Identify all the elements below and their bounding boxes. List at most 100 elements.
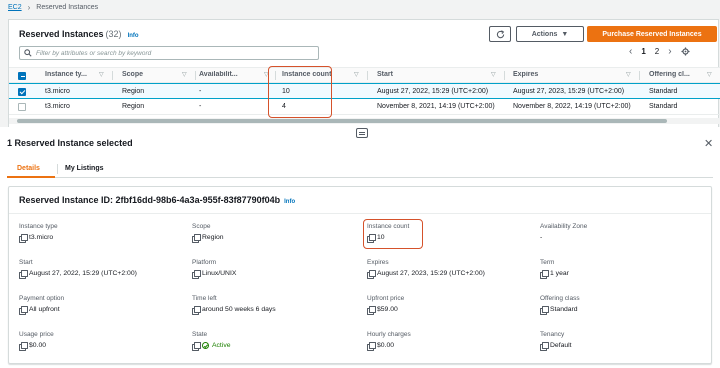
column-header-offering-class[interactable]: Offering cl...: [649, 71, 704, 78]
sort-icon[interactable]: ▽: [354, 71, 359, 78]
row-checkbox[interactable]: [18, 103, 26, 111]
field-value: Standard: [550, 306, 578, 313]
field-time-left: Time left around 50 weeks 6 days: [192, 295, 276, 315]
refresh-button[interactable]: [489, 26, 511, 42]
gear-icon[interactable]: [681, 47, 690, 56]
field-usage-price: Usage price $0.00: [19, 331, 54, 351]
sort-icon[interactable]: ▽: [182, 71, 187, 78]
active-tab-indicator: [7, 176, 55, 178]
chevron-left-icon[interactable]: ‹: [629, 46, 632, 57]
field-platform: Platform Linux/UNIX: [192, 259, 236, 279]
info-link[interactable]: Info: [284, 199, 295, 205]
field-instance-type: Instance type t3.micro: [19, 223, 58, 243]
tab-my-listings[interactable]: My Listings: [65, 165, 104, 172]
field-expires: Expires August 27, 2023, 15:29 (UTC+2:00…: [367, 259, 485, 279]
field-instance-count: Instance count 10: [367, 223, 410, 243]
field-value: August 27, 2023, 15:29 (UTC+2:00): [377, 270, 485, 277]
column-header-instance-type[interactable]: Instance ty...: [45, 71, 95, 78]
tab-details[interactable]: Details: [17, 165, 40, 172]
column-header-expires[interactable]: Expires: [513, 71, 573, 78]
purchase-reserved-instances-button[interactable]: Purchase Reserved Instances: [587, 26, 717, 42]
pagination: ‹ 1 2 ›: [629, 46, 690, 57]
field-scope: Scope Region: [192, 223, 224, 243]
caret-down-icon: ▼: [561, 30, 569, 38]
search-input[interactable]: [36, 49, 316, 57]
copy-icon[interactable]: [192, 270, 201, 279]
field-value: Region: [202, 234, 224, 241]
copy-icon[interactable]: [540, 306, 549, 315]
column-header-start[interactable]: Start: [377, 71, 437, 78]
field-value: t3.micro: [29, 234, 54, 241]
copy-icon[interactable]: [192, 306, 201, 315]
copy-icon[interactable]: [19, 234, 28, 243]
sort-icon[interactable]: ▽: [264, 71, 269, 78]
cell-expires: November 8, 2022, 14:19 (UTC+2:00): [513, 103, 631, 110]
field-value: $0.00: [377, 342, 395, 349]
field-label: Term: [540, 259, 555, 266]
table-row[interactable]: t3.micro Region - 10 August 27, 2022, 15…: [9, 83, 720, 99]
column-header-availability-zone[interactable]: Availabilit...: [199, 71, 259, 78]
split-panel-title: 1 Reserved Instance selected: [7, 138, 133, 148]
copy-icon[interactable]: [192, 234, 201, 243]
row-checkbox[interactable]: [18, 88, 26, 96]
copy-icon[interactable]: [19, 306, 28, 315]
copy-icon[interactable]: [540, 342, 549, 351]
breadcrumb-ec2-link[interactable]: EC2: [8, 4, 22, 11]
select-all-checkbox[interactable]: [18, 72, 26, 80]
cell-availability-zone: -: [199, 103, 202, 110]
cell-instance-type: t3.micro: [45, 103, 70, 110]
field-label: Hourly charges: [367, 331, 411, 338]
column-header-instance-count[interactable]: Instance count: [282, 71, 342, 78]
field-value: Default: [550, 342, 572, 349]
field-label: Instance count: [367, 223, 410, 230]
page-2-link[interactable]: 2: [655, 47, 659, 56]
copy-icon[interactable]: [367, 342, 376, 351]
cell-availability-zone: -: [199, 88, 202, 95]
copy-icon[interactable]: [367, 270, 376, 279]
copy-icon[interactable]: [367, 234, 376, 243]
cell-offering-class: Standard: [649, 103, 678, 110]
sort-icon[interactable]: ▽: [707, 71, 712, 78]
field-payment-option: Payment option All upfront: [19, 295, 64, 315]
search-field[interactable]: [19, 46, 319, 60]
copy-icon[interactable]: [540, 270, 549, 279]
breadcrumb: EC2 › Reserved Instances: [8, 3, 98, 12]
page-1-link[interactable]: 1: [641, 47, 645, 56]
info-link[interactable]: Info: [128, 33, 139, 39]
sort-icon[interactable]: ▽: [491, 71, 496, 78]
field-label: Availability Zone: [540, 223, 588, 230]
cell-scope: Region: [122, 103, 145, 110]
field-label: Time left: [192, 295, 217, 302]
copy-icon[interactable]: [192, 342, 201, 351]
close-icon[interactable]: ✕: [704, 137, 713, 150]
sort-icon[interactable]: ▽: [626, 71, 631, 78]
field-value: 10: [377, 234, 385, 241]
chevron-right-icon[interactable]: ›: [668, 46, 671, 57]
column-header-scope[interactable]: Scope: [122, 71, 172, 78]
table-row[interactable]: t3.micro Region - 4 November 8, 2021, 14…: [9, 99, 720, 115]
actions-dropdown-button[interactable]: Actions ▼: [516, 26, 584, 42]
field-label: Platform: [192, 259, 217, 266]
sort-icon[interactable]: ▽: [99, 71, 104, 78]
copy-icon[interactable]: [367, 306, 376, 315]
horizontal-scrollbar[interactable]: [9, 118, 720, 124]
detail-tabs: Details My Listings: [7, 160, 713, 178]
table-header-row: Instance ty... ▽ Scope ▽ Availabilit... …: [9, 67, 720, 83]
purchase-label: Purchase Reserved Instances: [602, 30, 702, 38]
cell-instance-type: t3.micro: [45, 88, 70, 95]
cell-start: November 8, 2021, 14:19 (UTC+2:00): [377, 103, 495, 110]
detail-title: Reserved Instance ID: 2fbf16dd-98b6-4a3a…: [19, 195, 295, 205]
field-upfront-price: Upfront price $59.00: [367, 295, 404, 315]
reserved-instances-panel: Reserved Instances (32) Info Actions ▼ P…: [8, 19, 720, 127]
reserved-instance-id: Reserved Instance ID: 2fbf16dd-98b6-4a3a…: [19, 195, 281, 205]
split-panel-resize-handle[interactable]: [356, 128, 368, 138]
scrollbar-thumb[interactable]: [17, 119, 667, 123]
copy-icon[interactable]: [19, 342, 28, 351]
panel-title: Reserved Instances (32) Info: [19, 29, 139, 39]
copy-icon[interactable]: [19, 270, 28, 279]
field-label: Instance type: [19, 223, 58, 230]
field-value: $59.00: [377, 306, 398, 313]
field-label: Expires: [367, 259, 389, 266]
breadcrumb-current: Reserved Instances: [36, 4, 99, 11]
field-label: Scope: [192, 223, 211, 230]
